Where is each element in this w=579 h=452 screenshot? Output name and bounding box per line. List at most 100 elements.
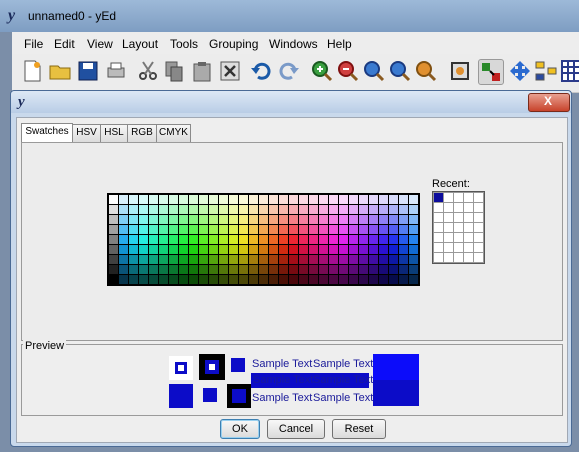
color-swatch[interactable] <box>369 225 378 234</box>
color-swatch[interactable] <box>189 245 198 254</box>
color-swatch[interactable] <box>159 275 168 284</box>
color-swatch[interactable] <box>229 225 238 234</box>
color-swatch[interactable] <box>129 205 138 214</box>
recent-color-swatch[interactable] <box>454 203 463 212</box>
recent-color-swatch[interactable] <box>464 253 473 262</box>
edit-mode-icon[interactable] <box>478 59 504 85</box>
color-swatch[interactable] <box>119 245 128 254</box>
color-swatch[interactable] <box>409 225 418 234</box>
color-swatch[interactable] <box>379 255 388 264</box>
recent-color-swatch[interactable] <box>464 243 473 252</box>
recent-color-swatch[interactable] <box>434 253 443 262</box>
color-swatch[interactable] <box>299 235 308 244</box>
color-swatch[interactable] <box>149 235 158 244</box>
color-swatch[interactable] <box>249 265 258 274</box>
color-swatch[interactable] <box>189 215 198 224</box>
tab-cmyk[interactable]: CMYK <box>156 124 191 142</box>
color-swatch[interactable] <box>289 235 298 244</box>
color-swatch[interactable] <box>219 275 228 284</box>
tab-hsv[interactable]: HSV <box>72 124 101 142</box>
color-swatch[interactable] <box>409 255 418 264</box>
color-swatch[interactable] <box>249 235 258 244</box>
color-swatch[interactable] <box>129 245 138 254</box>
color-swatch[interactable] <box>269 245 278 254</box>
color-swatch[interactable] <box>319 245 328 254</box>
color-swatch[interactable] <box>229 255 238 264</box>
color-swatch[interactable] <box>259 245 268 254</box>
ok-button[interactable]: OK <box>220 419 260 439</box>
color-swatch[interactable] <box>349 225 358 234</box>
color-swatch[interactable] <box>179 215 188 224</box>
color-swatch[interactable] <box>319 255 328 264</box>
color-swatch[interactable] <box>159 245 168 254</box>
color-swatch[interactable] <box>279 225 288 234</box>
color-swatch[interactable] <box>309 195 318 204</box>
recent-color-swatch[interactable] <box>454 253 463 262</box>
color-swatch[interactable] <box>399 245 408 254</box>
color-swatch[interactable] <box>209 275 218 284</box>
color-swatch[interactable] <box>149 245 158 254</box>
recent-color-swatch[interactable] <box>474 203 483 212</box>
color-swatch[interactable] <box>209 205 218 214</box>
color-swatch[interactable] <box>229 235 238 244</box>
color-swatch[interactable] <box>349 255 358 264</box>
color-swatch[interactable] <box>359 225 368 234</box>
color-swatch[interactable] <box>139 195 148 204</box>
color-swatch[interactable] <box>299 265 308 274</box>
color-swatch[interactable] <box>169 255 178 264</box>
color-swatch[interactable] <box>409 235 418 244</box>
menu-layout[interactable]: Layout <box>122 37 158 51</box>
tab-swatches[interactable]: Swatches <box>21 123 73 143</box>
open-folder-icon[interactable] <box>48 59 72 83</box>
color-swatch[interactable] <box>249 245 258 254</box>
fit-content-icon[interactable] <box>448 59 472 83</box>
color-swatch[interactable] <box>289 215 298 224</box>
color-swatch[interactable] <box>149 275 158 284</box>
color-swatch[interactable] <box>329 255 338 264</box>
color-swatch[interactable] <box>169 205 178 214</box>
zoom-area-icon[interactable] <box>388 59 412 83</box>
color-swatch[interactable] <box>229 265 238 274</box>
color-swatch[interactable] <box>379 235 388 244</box>
zoom-out-icon[interactable] <box>336 59 360 83</box>
color-swatch[interactable] <box>139 215 148 224</box>
color-swatch[interactable] <box>339 255 348 264</box>
color-swatch[interactable] <box>249 275 258 284</box>
color-swatch[interactable] <box>339 235 348 244</box>
color-swatch[interactable] <box>269 265 278 274</box>
color-swatch[interactable] <box>279 275 288 284</box>
color-swatch[interactable] <box>119 215 128 224</box>
color-swatch[interactable] <box>129 265 138 274</box>
color-swatch[interactable] <box>219 225 228 234</box>
color-swatch[interactable] <box>319 235 328 244</box>
color-swatch[interactable] <box>199 195 208 204</box>
color-swatch[interactable] <box>249 195 258 204</box>
color-swatch[interactable] <box>169 225 178 234</box>
color-swatch[interactable] <box>189 275 198 284</box>
color-swatch[interactable] <box>309 255 318 264</box>
color-swatch[interactable] <box>409 205 418 214</box>
color-swatch[interactable] <box>369 195 378 204</box>
save-icon[interactable] <box>76 59 100 83</box>
color-swatch[interactable] <box>139 245 148 254</box>
color-swatch[interactable] <box>199 255 208 264</box>
color-swatch[interactable] <box>259 265 268 274</box>
color-swatch[interactable] <box>219 195 228 204</box>
color-swatch[interactable] <box>369 255 378 264</box>
color-swatch[interactable] <box>329 235 338 244</box>
color-swatch[interactable] <box>209 225 218 234</box>
color-swatch[interactable] <box>179 225 188 234</box>
zoom-in-icon[interactable] <box>310 59 334 83</box>
recent-color-swatch[interactable] <box>464 213 473 222</box>
color-swatch[interactable] <box>199 275 208 284</box>
color-swatch[interactable] <box>289 255 298 264</box>
color-swatch[interactable] <box>189 205 198 214</box>
color-swatch[interactable] <box>369 235 378 244</box>
color-swatch[interactable] <box>169 265 178 274</box>
color-swatch[interactable] <box>269 275 278 284</box>
color-swatch[interactable] <box>329 215 338 224</box>
tab-rgb[interactable]: RGB <box>127 124 157 142</box>
layout-icon[interactable] <box>534 59 558 83</box>
color-swatch[interactable] <box>219 265 228 274</box>
recent-color-swatch[interactable] <box>434 203 443 212</box>
